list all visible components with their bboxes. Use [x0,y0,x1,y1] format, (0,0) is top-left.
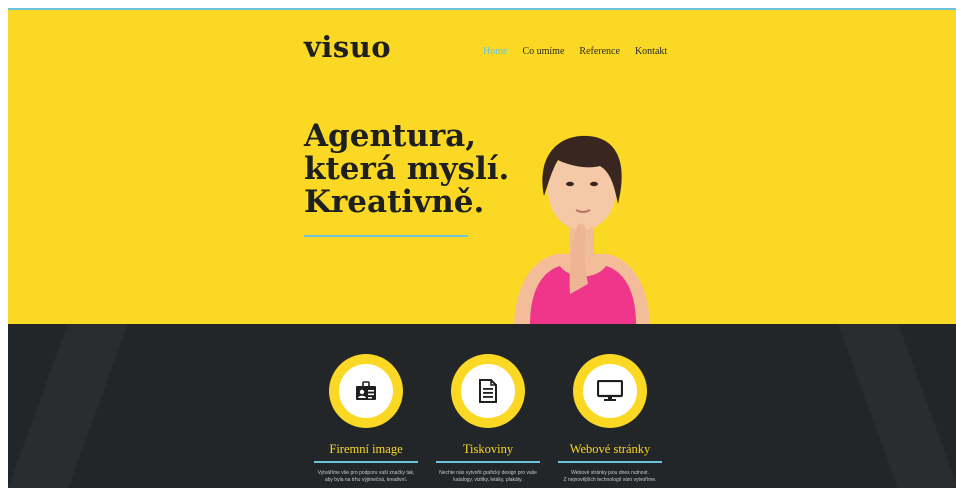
background-beam [838,324,956,488]
hero-section: visuo Home Co umíme Reference Kontakt Ag… [8,10,956,324]
service-icon-circle [329,354,403,428]
service-icon-circle [451,354,525,428]
headline-line-3: Kreativně. [304,184,485,220]
service-tiskoviny[interactable]: Tiskoviny Nechte nás vytvořit grafický d… [428,354,548,483]
nav-item-reference[interactable]: Reference [579,46,620,57]
id-card-icon [356,381,376,400]
service-title-underline [314,461,418,463]
hero-headline: Agentura, která myslí. Kreativně. [304,120,509,219]
nav-item-home[interactable]: Home [483,46,507,57]
service-description: Vytváříme vše pro podporu vaší značky ta… [317,470,415,483]
headline-line-1: Agentura, [304,118,477,154]
headline-line-2: která myslí. [304,151,510,187]
service-icon-circle [573,354,647,428]
service-title[interactable]: Tiskoviny [428,442,548,457]
page: visuo Home Co umíme Reference Kontakt Ag… [8,8,956,488]
background-beam [8,324,128,488]
hero-person-image [514,135,650,324]
logo[interactable]: visuo [304,30,391,64]
service-title[interactable]: Webové stránky [550,442,670,457]
service-title-underline [436,461,540,463]
service-description: Nechte nás vytvořit grafický design pro … [439,470,537,483]
service-title[interactable]: Firemní image [306,442,426,457]
monitor-icon [597,380,623,401]
nav-item-kontakt[interactable]: Kontakt [635,46,667,57]
service-title-underline [558,461,662,463]
main-nav: Home Co umíme Reference Kontakt [483,46,667,57]
headline-underline [304,235,468,237]
document-icon [479,379,497,403]
service-description: Webové stránky jsou dnes nutnost. Z nejn… [563,470,657,483]
nav-item-co-umime[interactable]: Co umíme [522,46,564,57]
service-webove-stranky[interactable]: Webové stránky Webové stránky jsou dnes … [550,354,670,483]
service-firemni-image[interactable]: Firemní image Vytváříme vše pro podporu … [306,354,426,483]
